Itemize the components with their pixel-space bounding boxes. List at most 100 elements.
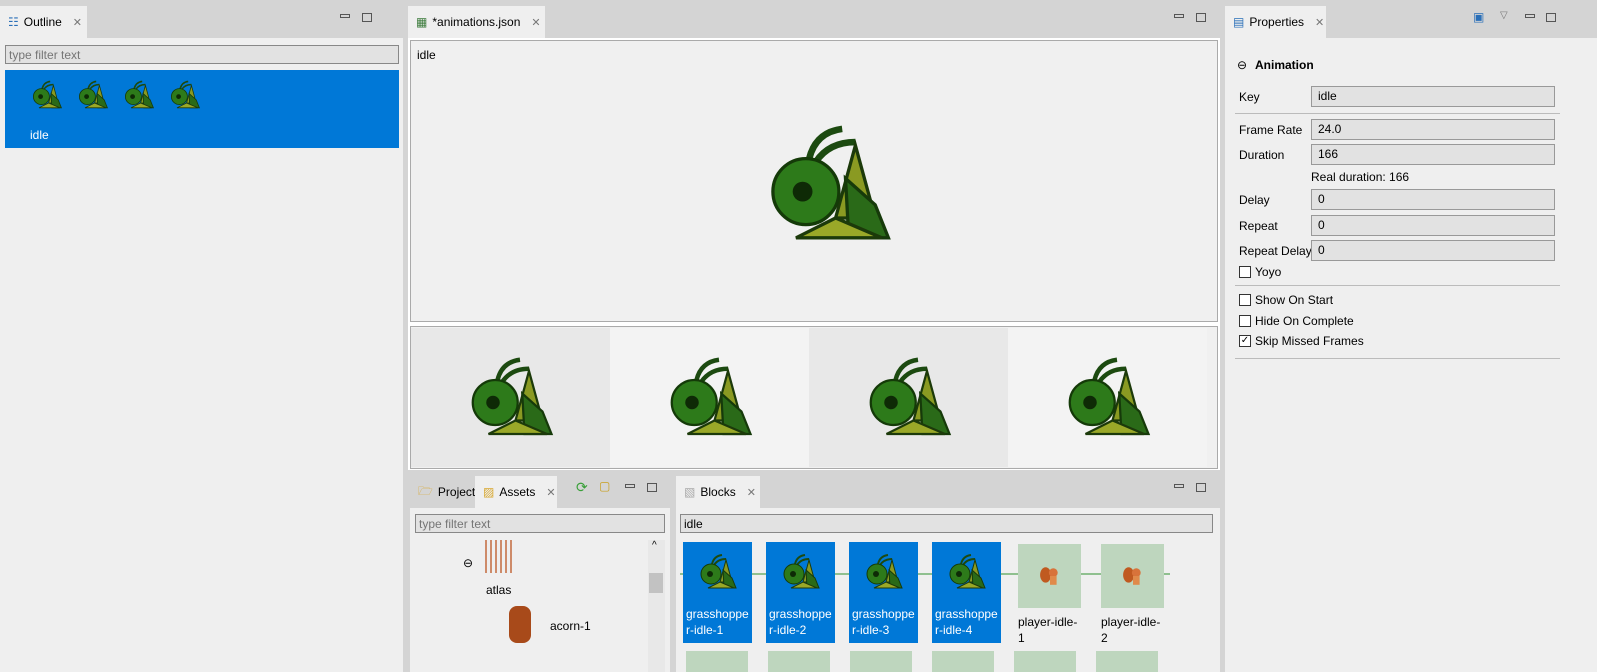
- block-item[interactable]: grasshopper-idle-3: [849, 542, 918, 643]
- outline-icon: ☷: [8, 15, 19, 29]
- frame-thumbnail: [123, 79, 155, 111]
- atlas-thumbnail: [485, 540, 515, 573]
- pin-icon[interactable]: ▣: [1473, 10, 1484, 24]
- assets-filter-input[interactable]: [415, 514, 665, 533]
- tab-label: *animations.json: [432, 15, 521, 29]
- maximize-button[interactable]: [1196, 483, 1206, 492]
- item-label: idle: [30, 128, 49, 142]
- film-icon: ▦: [416, 15, 428, 29]
- minimize-button[interactable]: [1525, 14, 1535, 18]
- minimize-button[interactable]: [1174, 14, 1184, 18]
- block-label: grasshopper-idle-3: [852, 607, 915, 637]
- repeat-label: Repeat: [1239, 219, 1278, 233]
- block-thumbnail: [766, 542, 835, 602]
- repeat-field[interactable]: 0: [1311, 215, 1555, 236]
- key-field[interactable]: idle: [1311, 86, 1555, 107]
- tab-properties[interactable]: ▤ Properties ✕: [1225, 6, 1326, 38]
- checkbox-label: Hide On Complete: [1255, 314, 1354, 328]
- frame-rate-label: Frame Rate: [1239, 123, 1303, 137]
- preview-label: idle: [417, 48, 436, 62]
- block-item[interactable]: grasshopper-idle-1: [683, 542, 752, 643]
- blocks-connector: [680, 573, 1170, 575]
- close-icon[interactable]: ✕: [546, 486, 555, 499]
- frame-rate-field[interactable]: 24.0: [1311, 119, 1555, 140]
- close-icon[interactable]: ✕: [1315, 16, 1324, 29]
- tab-project[interactable]: 🗁 Project: [410, 476, 476, 508]
- block-item[interactable]: grasshopper-idle-4: [932, 542, 1001, 643]
- tab-assets[interactable]: ▨ Assets ✕: [475, 476, 557, 508]
- block-label: grasshopper-idle-4: [935, 607, 998, 637]
- tab-label: Blocks: [700, 485, 736, 499]
- checkbox-label: Show On Start: [1255, 293, 1334, 307]
- minimize-button[interactable]: [625, 484, 635, 488]
- asset-item-acorn[interactable]: acorn-1: [550, 619, 591, 633]
- block-item[interactable]: grasshopper-idle-2: [766, 542, 835, 643]
- tab-label: Assets: [499, 485, 536, 499]
- minimize-button[interactable]: [1174, 484, 1184, 488]
- new-file-icon[interactable]: ▢: [599, 479, 610, 493]
- scrollbar-thumb[interactable]: [649, 573, 663, 593]
- view-menu-icon[interactable]: ▽: [1500, 10, 1508, 21]
- asset-item-atlas[interactable]: atlas: [486, 583, 511, 597]
- duration-field[interactable]: 166: [1311, 144, 1555, 165]
- divider: [1235, 285, 1560, 286]
- block-thumbnail: [849, 542, 918, 602]
- close-icon[interactable]: ✕: [531, 16, 540, 29]
- checkbox-label: Yoyo: [1255, 265, 1282, 279]
- block-label: player-idle-1: [1018, 615, 1078, 645]
- maximize-button[interactable]: [1196, 13, 1206, 22]
- tab-outline[interactable]: ☷ Outline ✕: [0, 6, 87, 38]
- timeline-frame[interactable]: [1008, 328, 1207, 467]
- real-duration-text: Real duration: 166: [1311, 170, 1410, 184]
- block-label: player-idle-2: [1101, 615, 1161, 645]
- acorn-thumbnail: [509, 606, 531, 643]
- scroll-up-icon[interactable]: ^: [652, 540, 657, 551]
- show-on-start-checkbox[interactable]: Show On Start: [1239, 293, 1333, 307]
- block-thumbnail: [1101, 544, 1164, 608]
- frame-thumbnail: [169, 79, 201, 111]
- block-label: grasshopper-idle-1: [686, 607, 749, 637]
- collapse-icon[interactable]: ⊖: [1237, 58, 1247, 72]
- maximize-button[interactable]: [362, 13, 372, 22]
- checkbox-label: Skip Missed Frames: [1255, 334, 1364, 348]
- animation-preview[interactable]: idle: [410, 40, 1218, 322]
- block-item[interactable]: player-idle-1: [1015, 542, 1084, 645]
- section-title: Animation: [1255, 58, 1314, 72]
- close-icon[interactable]: ✕: [747, 486, 756, 499]
- tab-label: Properties: [1249, 15, 1305, 29]
- timeline-frame[interactable]: [809, 328, 1008, 467]
- delay-field[interactable]: 0: [1311, 189, 1555, 210]
- outline-item-idle[interactable]: idle: [5, 70, 399, 148]
- outline-filter-input[interactable]: [5, 45, 399, 64]
- hide-on-complete-checkbox[interactable]: Hide On Complete: [1239, 314, 1354, 328]
- collapse-icon[interactable]: ⊖: [463, 556, 473, 570]
- grasshopper-sprite: [759, 119, 899, 251]
- duration-label: Duration: [1239, 148, 1285, 162]
- repeat-delay-label: Repeat Delay: [1239, 244, 1312, 258]
- divider: [1235, 113, 1560, 114]
- yoyo-checkbox[interactable]: Yoyo: [1239, 265, 1281, 279]
- block-label: grasshopper-idle-2: [769, 607, 832, 637]
- skip-missed-frames-checkbox[interactable]: ✓ Skip Missed Frames: [1239, 334, 1364, 348]
- delay-label: Delay: [1239, 193, 1270, 207]
- repeat-delay-field[interactable]: 0: [1311, 240, 1555, 261]
- maximize-button[interactable]: [1546, 13, 1556, 22]
- blocks-filter-input[interactable]: [680, 514, 1213, 533]
- assets-scrollbar[interactable]: ^: [648, 540, 665, 672]
- timeline-frame[interactable]: [411, 328, 610, 467]
- blocks-next-row: [686, 651, 1162, 672]
- maximize-button[interactable]: [647, 483, 657, 492]
- tab-blocks[interactable]: ▧ Blocks ✕: [676, 476, 760, 508]
- block-thumbnail: [932, 542, 1001, 602]
- tab-label: Outline: [23, 15, 62, 29]
- close-icon[interactable]: ✕: [73, 16, 82, 29]
- minimize-button[interactable]: [340, 14, 350, 18]
- divider: [1235, 358, 1560, 359]
- block-item[interactable]: player-idle-2: [1098, 542, 1167, 645]
- blocks-icon: ▧: [684, 485, 696, 499]
- tab-animations-json[interactable]: ▦ *animations.json ✕: [408, 6, 545, 38]
- refresh-icon[interactable]: ⟳: [576, 479, 588, 496]
- tab-label: Project: [437, 485, 476, 499]
- folder-icon: 🗁: [418, 483, 433, 498]
- timeline-frame[interactable]: [610, 328, 809, 467]
